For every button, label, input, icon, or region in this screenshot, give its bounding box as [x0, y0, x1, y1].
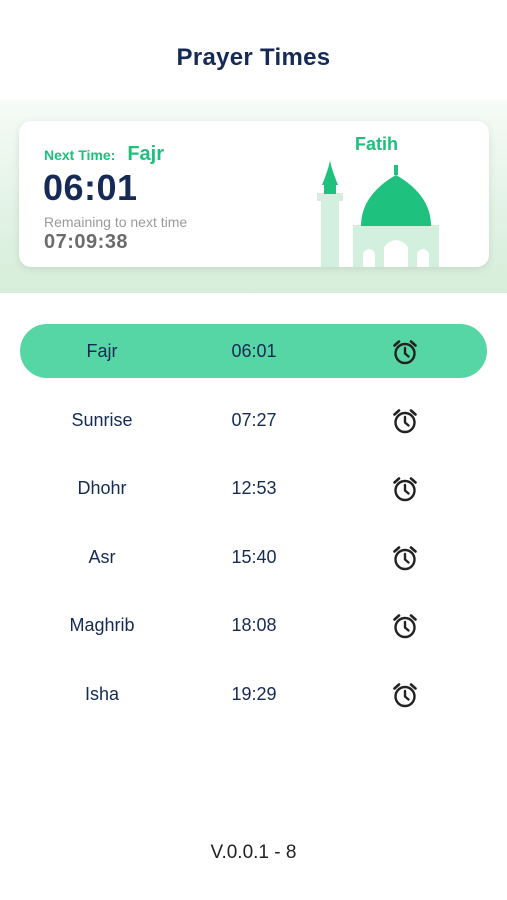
alarm-clock-icon[interactable] — [391, 544, 419, 572]
prayer-name: Dhohr — [77, 478, 127, 498]
prayer-time: 12:53 — [231, 478, 277, 498]
alarm-clock-icon[interactable] — [391, 475, 419, 503]
countdown-timer: 07:09:38 — [44, 231, 129, 253]
alarm-clock-icon[interactable] — [391, 612, 419, 640]
prayer-time: 15:40 — [231, 546, 277, 567]
next-prayer-row: Next Time: Fajr — [44, 143, 164, 166]
next-time-label: Next Time: — [44, 147, 116, 163]
hero-banner: Next Time: Fajr 06:01 Remaining to next … — [0, 100, 507, 293]
prayer-row-maghrib[interactable]: Maghrib 18:08 — [20, 598, 487, 652]
prayer-row-sunrise[interactable]: Sunrise 07:27 — [20, 393, 487, 447]
prayer-row-isha[interactable]: Isha 19:29 — [20, 667, 487, 721]
prayer-times-screen: Prayer Times Next Time: Fajr 06:01 Remai… — [0, 0, 507, 900]
prayer-time: 19:29 — [231, 683, 277, 704]
prayer-row-asr[interactable]: Asr 15:40 — [20, 530, 487, 584]
alarm-clock-icon[interactable] — [391, 681, 419, 709]
remaining-label: Remaining to next time — [44, 214, 188, 230]
prayer-times-list: Fajr 06:01 Sunrise 07:27 Dhohr 12:53 Asr 15:40 M… — [20, 324, 487, 735]
alarm-clock-icon[interactable] — [391, 407, 419, 435]
prayer-time: 07:27 — [231, 409, 277, 430]
prayer-name: Asr — [88, 546, 116, 567]
page-title: Prayer Times — [176, 44, 331, 71]
prayer-name: Sunrise — [71, 409, 133, 430]
prayer-row-fajr[interactable]: Fajr 06:01 — [20, 324, 487, 378]
prayer-name: Maghrib — [69, 615, 135, 635]
mosque-illustration — [317, 159, 439, 267]
prayer-time: 06:01 — [231, 341, 277, 361]
next-prayer-name: Fajr — [127, 143, 165, 165]
version-label: V.0.0.1 - 8 — [210, 842, 297, 863]
location-label: Fatih — [355, 134, 398, 154]
next-prayer-card: Next Time: Fajr 06:01 Remaining to next … — [19, 121, 489, 267]
prayer-row-dhohr[interactable]: Dhohr 12:53 — [20, 461, 487, 515]
prayer-time: 18:08 — [231, 615, 277, 635]
next-prayer-time: 06:01 — [43, 167, 138, 208]
prayer-name: Fajr — [86, 341, 118, 361]
alarm-clock-icon[interactable] — [391, 338, 419, 366]
prayer-name: Isha — [84, 683, 120, 704]
